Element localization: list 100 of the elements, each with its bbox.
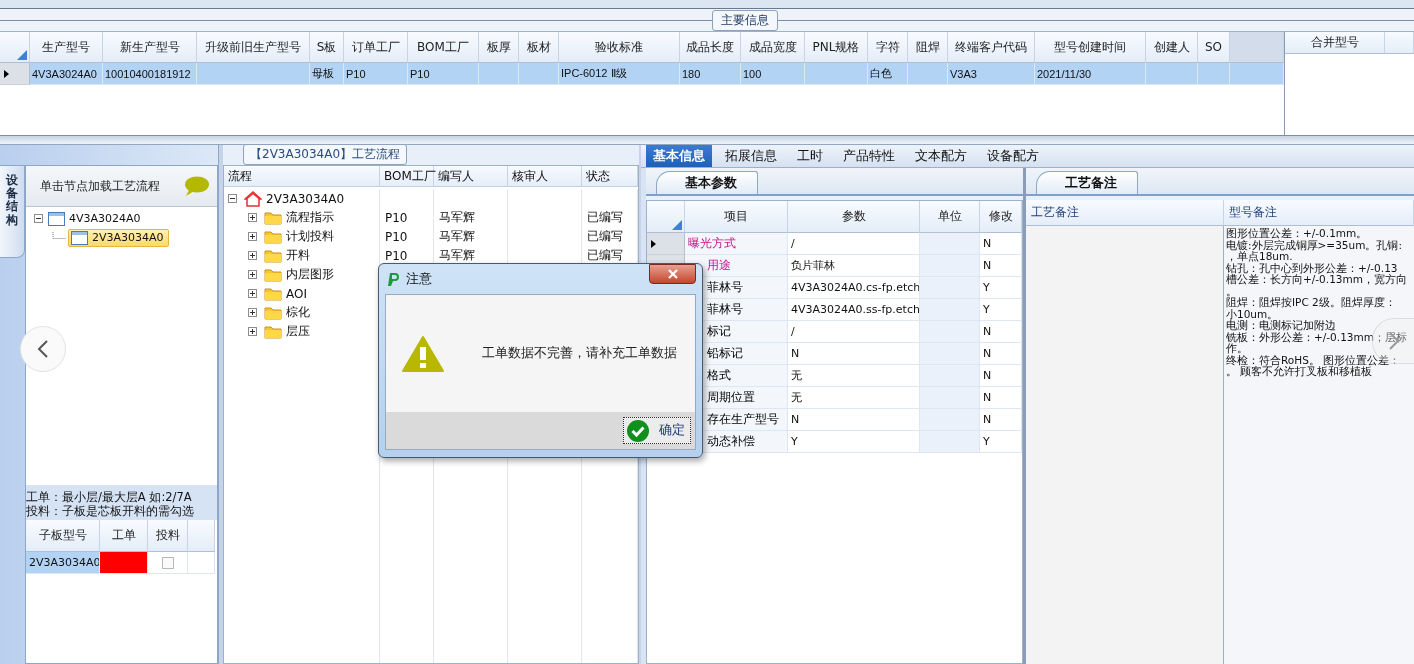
column-header[interactable]: 字符	[868, 32, 908, 63]
tree-node[interactable]: 层压	[286, 323, 310, 340]
table-cell: 10010400181912	[103, 63, 197, 85]
table-cell: 已编写	[582, 208, 638, 227]
note-text: 工单：最小层/最大层A 如:2/7A	[26, 490, 193, 504]
column-header[interactable]: BOM工厂	[408, 32, 479, 63]
column-header[interactable]: 工艺备注	[1026, 200, 1224, 226]
tree-node[interactable]: AOI	[286, 286, 307, 301]
table-cell: N	[788, 409, 920, 431]
table-cell: 铅标记	[707, 345, 743, 362]
column-header[interactable]: 阻焊	[908, 32, 948, 63]
column-header[interactable]: S板	[310, 32, 344, 63]
column-header[interactable]: 生产型号	[30, 32, 103, 63]
tab[interactable]: 文本配方	[908, 145, 974, 167]
tree-node[interactable]: 开料	[286, 247, 310, 264]
note-text: 投料：子板是芯板开料的需勾选	[26, 504, 195, 518]
tree-node[interactable]: 内层图形	[286, 266, 334, 283]
column-header[interactable]: 终端客户代码	[948, 32, 1035, 63]
table-cell: N	[980, 255, 1022, 277]
group-title: 【2V3A3034A0】工艺流程	[243, 144, 408, 165]
tree-node[interactable]: 计划投料	[286, 228, 334, 245]
hint-text: 单击节点加载工艺流程	[40, 177, 160, 195]
table-cell: P10	[380, 227, 434, 246]
table-cell: 2021/11/30	[1035, 63, 1146, 85]
column-header[interactable]: 成品宽度	[741, 32, 805, 63]
table-cell: N	[980, 409, 1022, 431]
table-cell: 母板	[310, 63, 344, 85]
column-header[interactable]: 板材	[519, 32, 559, 63]
column-header[interactable]: 升级前旧生产型号	[197, 32, 310, 63]
column-header[interactable]: 状态	[582, 166, 638, 186]
table-cell: 180	[680, 63, 741, 85]
table-cell: Y	[788, 431, 920, 453]
tree-node[interactable]: 4V3A3024A0	[46, 210, 145, 227]
table-cell: 白色	[868, 63, 908, 85]
table-cell: N	[788, 343, 920, 365]
column-header[interactable]: 参数	[788, 201, 920, 233]
column-header[interactable]: 流程	[224, 166, 380, 186]
column-header[interactable]: 核审人	[508, 166, 582, 186]
tree-node[interactable]: 2V3A3034A0	[68, 228, 169, 247]
dialog-title: 注意	[406, 270, 432, 288]
column-header[interactable]: 修改	[980, 201, 1022, 233]
table-cell: N	[980, 387, 1022, 409]
ok-button[interactable]: 确定	[623, 417, 691, 444]
table-cell: 动态补偿	[707, 433, 755, 450]
table-cell: 格式	[707, 367, 731, 384]
table-cell: 4V3A3024A0	[30, 63, 103, 85]
tree-node[interactable]: 流程指示	[286, 209, 334, 226]
table-cell: 4V3A3024A0.cs-fp.etch	[788, 277, 920, 299]
table-cell: 4V3A3024A0.ss-fp.etch	[788, 299, 920, 321]
column-header[interactable]: 订单工厂	[344, 32, 408, 63]
column-header[interactable]: 投料	[148, 520, 188, 552]
tab[interactable]: 产品特性	[836, 145, 902, 167]
tree-node[interactable]: 2V3A3034A0	[266, 191, 345, 206]
column-header[interactable]: 板厚	[479, 32, 519, 63]
tab[interactable]: 设备配方	[980, 145, 1046, 167]
table-cell: 2V3A3034A0	[26, 552, 100, 574]
table-cell: 用途	[707, 257, 731, 274]
tab[interactable]: 基本参数	[656, 171, 758, 194]
column-header[interactable]: 项目	[685, 201, 788, 233]
side-tab[interactable]: 设备结构	[0, 165, 25, 258]
column-header[interactable]: 成品长度	[680, 32, 741, 63]
dialog-message: 工单数据不完善，请补充工单数据	[482, 345, 677, 362]
table-cell: N	[980, 343, 1022, 365]
tab[interactable]: 基本信息	[646, 145, 712, 167]
table-cell: N	[980, 321, 1022, 343]
table-cell: 100	[741, 63, 805, 85]
table-cell: IPC-6012 Ⅱ级	[559, 63, 680, 85]
table-cell: 已编写	[582, 227, 638, 246]
column-header[interactable]: 合并型号	[1285, 32, 1385, 54]
column-header[interactable]: 型号创建时间	[1035, 32, 1146, 63]
table-cell: P10	[408, 63, 479, 85]
table-cell: 马军辉	[434, 227, 508, 246]
column-header[interactable]: 型号备注	[1224, 200, 1414, 226]
column-header[interactable]: 创建人	[1146, 32, 1198, 63]
column-header[interactable]: 工单	[100, 520, 148, 552]
tab[interactable]: 工时	[790, 145, 830, 167]
table-cell: 菲林号	[707, 279, 743, 296]
table-cell: 存在生产型号	[707, 411, 779, 428]
tab[interactable]: 工艺备注	[1036, 171, 1138, 194]
table-cell: 负片菲林	[788, 255, 920, 277]
table-cell: 周期位置	[707, 389, 755, 406]
table-cell: /	[788, 321, 920, 343]
table-cell: V3A3	[948, 63, 1035, 85]
column-header[interactable]: SO	[1198, 32, 1230, 63]
column-header[interactable]: 验收标准	[559, 32, 680, 63]
tree-node[interactable]: 棕化	[286, 304, 310, 321]
table-cell: 无	[788, 365, 920, 387]
table-cell: 马军辉	[434, 208, 508, 227]
column-header[interactable]: PNL规格	[805, 32, 868, 63]
group-title: 主要信息	[712, 9, 778, 31]
remark-text: 图形位置公差：+/-0.1mm。 电镀:外层完成铜厚>=35um。孔铜: ，单点18um. 钻孔：孔中心到外形公差：+/-0.13 槽公差：长方向+/-0.13mm，宽方向 。 阻焊：阻焊按IPC 2级。阻焊厚度： 小10um。 电测：电测标记加附边 铣板：外形公差：+/-0.13mm；层标 作。 终检：符合RoHS。 图形位置公差： 。 顾客不允许打叉板和移植板	[1224, 226, 1414, 664]
column-header[interactable]: 新生产型号	[103, 32, 197, 63]
table-cell: P10	[380, 208, 434, 227]
tab[interactable]: 拓展信息	[718, 145, 784, 167]
node-label: 2V3A3034A0	[92, 231, 164, 244]
table-cell: Y	[980, 277, 1022, 299]
column-header[interactable]: BOM工厂	[380, 166, 434, 186]
column-header[interactable]: 子板型号	[26, 520, 100, 552]
table-cell: /	[788, 233, 920, 255]
column-header[interactable]: 单位	[920, 201, 980, 233]
